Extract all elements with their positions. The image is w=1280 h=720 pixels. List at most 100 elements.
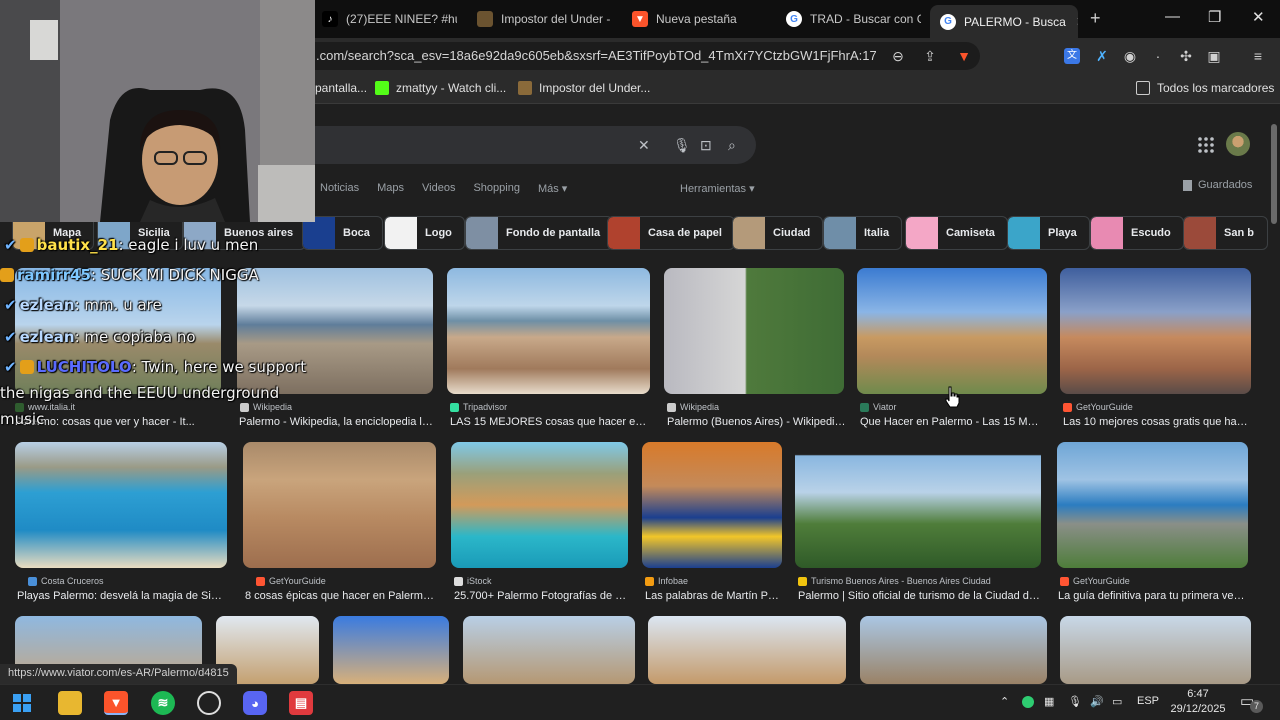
result-image[interactable] xyxy=(860,616,1047,684)
tab-trad[interactable]: G TRAD - Buscar con Go xyxy=(786,5,921,33)
volume-icon[interactable]: 🔊 xyxy=(1090,695,1104,708)
result-image[interactable] xyxy=(447,268,650,394)
chip-ciudad[interactable]: Ciudad xyxy=(732,216,824,250)
url-text[interactable]: .com/search?sca_esv=18a6e92da9c605eb&sxs… xyxy=(316,48,876,63)
result-title[interactable]: Las 10 mejores cosas gratis que hace... xyxy=(1063,416,1251,428)
restore-button[interactable]: ❐ xyxy=(1208,8,1221,26)
zoom-icon[interactable]: ⊖ xyxy=(890,48,906,64)
obs-icon[interactable] xyxy=(197,691,221,715)
result-title[interactable]: Palermo | Sitio oficial de turismo de la… xyxy=(798,590,1041,602)
result-image[interactable] xyxy=(463,616,635,684)
result-image[interactable] xyxy=(648,616,846,684)
result-source: Tripadvisor xyxy=(450,402,507,412)
result-title[interactable]: Que Hacer en Palermo - Las 15 MEJ... xyxy=(860,416,1045,428)
chip-thumb xyxy=(824,217,856,249)
result-title[interactable]: La guía definitiva para tu primera vez e… xyxy=(1058,590,1246,602)
brave-shields-icon[interactable]: ▼ xyxy=(956,48,972,64)
chip-escudo[interactable]: Escudo xyxy=(1090,216,1184,250)
result-title[interactable]: Palermo - Wikipedia, la enciclopedia lib… xyxy=(239,416,435,428)
wallet-icon[interactable]: ▣ xyxy=(1206,48,1222,64)
result-title[interactable]: LAS 15 MEJORES cosas que hacer en P... xyxy=(450,416,650,428)
result-image[interactable] xyxy=(333,616,449,684)
chip-casa-de-papel[interactable]: Casa de papel xyxy=(607,216,735,250)
mic-icon[interactable]: 🎙 xyxy=(673,137,691,154)
network-icon[interactable]: ▭ xyxy=(1112,695,1122,708)
result-image[interactable] xyxy=(795,442,1041,568)
result-image[interactable] xyxy=(1060,616,1251,684)
tab-new-tab[interactable]: ▼ Nueva pestaña xyxy=(632,5,767,33)
translate-icon[interactable]: 文 xyxy=(1064,48,1080,64)
game-icon xyxy=(477,11,493,27)
chip-logo[interactable]: Logo xyxy=(384,216,465,250)
result-image[interactable] xyxy=(1060,268,1251,394)
bookmark-item[interactable]: Impostor del Under... xyxy=(518,81,650,95)
language-indicator[interactable]: ESP xyxy=(1137,695,1159,707)
chip-playa[interactable]: Playa xyxy=(1007,216,1090,250)
address-bar[interactable]: .com/search?sca_esv=18a6e92da9c605eb&sxs… xyxy=(300,42,980,70)
result-image[interactable] xyxy=(664,268,844,394)
filter-shopping[interactable]: Shopping xyxy=(473,182,520,195)
puzzle-icon[interactable]: ✣ xyxy=(1178,48,1194,64)
result-image[interactable] xyxy=(243,442,436,568)
filter-videos[interactable]: Videos xyxy=(422,182,455,195)
filter-maps[interactable]: Maps xyxy=(377,182,404,195)
clear-icon[interactable]: ✕ xyxy=(638,137,650,154)
apps-grid-icon[interactable] xyxy=(1197,136,1215,154)
status-dot-icon[interactable] xyxy=(1022,696,1034,708)
result-title[interactable]: Palermo: cosas que ver y hacer - It... xyxy=(15,416,221,428)
result-title[interactable]: Playas Palermo: desvelá la magia de Sici… xyxy=(17,590,227,602)
menu-icon[interactable]: ≡ xyxy=(1250,48,1266,64)
share-icon[interactable]: ⇪ xyxy=(922,48,938,64)
extension-3-icon[interactable]: · xyxy=(1150,48,1166,64)
result-image[interactable] xyxy=(857,268,1047,394)
result-image[interactable] xyxy=(451,442,628,568)
discord-icon[interactable]: ◕ xyxy=(243,691,267,715)
result-title[interactable]: Las palabras de Martín Pal... xyxy=(645,590,783,602)
bookmark-item[interactable]: pantalla... xyxy=(315,81,367,95)
result-title[interactable]: 8 cosas épicas que hacer en Palermo e... xyxy=(245,590,435,602)
close-icon[interactable]: ✕ xyxy=(1076,14,1078,30)
brave-icon[interactable]: ▼ xyxy=(104,691,128,715)
result-title[interactable]: 25.700+ Palermo Fotografías de st... xyxy=(454,590,629,602)
chip-label: Italia xyxy=(864,227,890,239)
tray-app-icon[interactable]: ▦ xyxy=(1044,695,1054,708)
tab-label: TRAD - Buscar con Go xyxy=(810,12,921,26)
file-explorer-icon[interactable] xyxy=(58,691,82,715)
scrollbar-thumb[interactable] xyxy=(1271,124,1277,224)
search-input[interactable]: ✕ 🎙 ⊡ ⌕ xyxy=(290,126,756,164)
filter-more[interactable]: Más ▾ xyxy=(538,182,567,195)
windows-start-icon[interactable] xyxy=(10,691,34,715)
vertical-scrollbar[interactable] xyxy=(1268,104,1280,684)
search-icon[interactable]: ⌕ xyxy=(728,137,736,154)
mic-icon[interactable]: 🎙 xyxy=(1068,695,1082,708)
lens-icon[interactable]: ⊡ xyxy=(700,137,712,154)
close-window-button[interactable]: ✕ xyxy=(1252,8,1265,26)
chip-fondo[interactable]: Fondo de pantalla xyxy=(465,216,614,250)
result-image[interactable] xyxy=(642,442,782,568)
result-image[interactable] xyxy=(1057,442,1248,568)
extension-icon[interactable]: ✗ xyxy=(1094,48,1110,64)
spotify-icon[interactable]: ≋ xyxy=(151,691,175,715)
result-image[interactable] xyxy=(15,442,227,568)
tab-palermo[interactable]: G PALERMO - Busca ✕ xyxy=(930,5,1078,38)
saved-button[interactable]: Guardados xyxy=(1183,179,1252,191)
all-bookmarks[interactable]: Todos los marcadores xyxy=(1136,81,1274,95)
clock[interactable]: 6:47 29/12/2025 xyxy=(1168,687,1228,717)
chevron-up-icon[interactable]: ⌃ xyxy=(1000,695,1009,708)
avatar[interactable] xyxy=(1226,132,1250,156)
filter-news[interactable]: Noticias xyxy=(320,182,359,195)
minimize-button[interactable]: — xyxy=(1165,8,1180,25)
bookmark-item[interactable]: zmattyy - Watch cli... xyxy=(375,81,506,95)
notifications-button[interactable]: ▭ 7 xyxy=(1240,692,1263,713)
app-icon[interactable]: ▤ xyxy=(289,691,313,715)
tab-impostor[interactable]: Impostor del Under - xyxy=(477,5,612,33)
new-tab-button[interactable]: + xyxy=(1090,8,1101,29)
chip-camiseta[interactable]: Camiseta xyxy=(905,216,1008,250)
result-title[interactable]: Palermo (Buenos Aires) - Wikipedia,... xyxy=(667,416,847,428)
tab-tiktok[interactable]: ♪ (27)EEE NINEE? #hum xyxy=(322,5,457,33)
chip-italia[interactable]: Italia xyxy=(823,216,903,250)
tools-button[interactable]: Herramientas ▾ xyxy=(680,182,755,195)
extension-2-icon[interactable]: ◉ xyxy=(1122,48,1138,64)
chip-san[interactable]: San b xyxy=(1183,216,1268,250)
chip-label: Ciudad xyxy=(773,227,811,239)
